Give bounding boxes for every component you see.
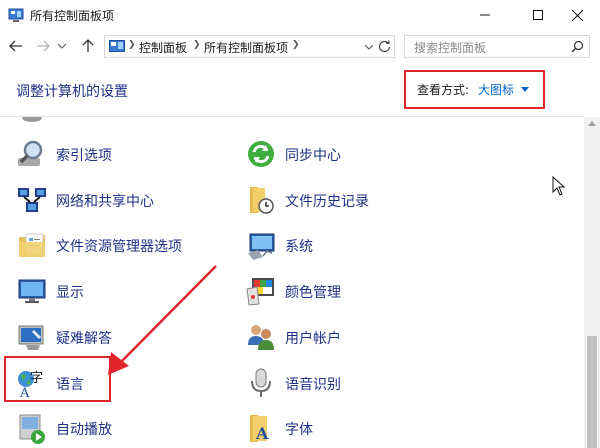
cp-item-troubleshooting[interactable]: 疑难解答 (16, 320, 216, 354)
window-title: 所有控制面板项 (30, 9, 115, 23)
header-divider (0, 116, 584, 117)
view-by-label: 查看方式: (417, 83, 470, 97)
cp-item-fonts[interactable]: A 字体 (245, 411, 445, 445)
cp-item-label: 索引选项 (56, 148, 112, 164)
arrow-left-icon (9, 40, 22, 52)
sync-icon (248, 141, 274, 167)
close-button[interactable] (554, 0, 600, 30)
page-title: 调整计算机的设置 (16, 84, 128, 100)
language-highlight (4, 356, 111, 402)
address-dropdown-button[interactable] (362, 39, 376, 55)
arrow-right-icon (37, 40, 50, 52)
view-by-dropdown[interactable]: 大图标 (478, 81, 514, 98)
cp-item-label: 字体 (285, 422, 313, 438)
chevron-down-icon (365, 44, 373, 50)
cp-item-label: 疑难解答 (56, 331, 112, 347)
cp-item-system[interactable]: 系统 (245, 228, 445, 262)
scroll-up-icon[interactable] (588, 121, 596, 126)
magnifier-icon (18, 140, 43, 166)
cp-item-label: 颜色管理 (285, 285, 341, 301)
microphone-icon (251, 368, 271, 397)
recent-locations-button[interactable] (56, 36, 68, 56)
cp-item-network-sharing[interactable]: 网络和共享中心 (16, 183, 216, 217)
scrollbar-thumb[interactable] (587, 336, 597, 448)
search-input[interactable]: 搜索控制面板 (414, 39, 486, 56)
cp-item-label: 显示 (56, 285, 84, 301)
breadcrumb-control-panel[interactable]: 控制面板 (139, 39, 187, 56)
autoplay-icon (19, 414, 45, 444)
chevron-down-icon (58, 43, 66, 49)
caret-down-icon[interactable] (521, 87, 529, 92)
partial-item-icon (22, 117, 42, 122)
cp-item-speech-recognition[interactable]: 语音识别 (245, 366, 445, 400)
search-box[interactable]: 搜索控制面板 (404, 35, 590, 58)
cp-item-label: 文件历史记录 (285, 194, 369, 210)
folder-options-icon (19, 233, 45, 257)
cp-item-display[interactable]: 显示 (16, 274, 216, 308)
fonts-icon: A (250, 415, 269, 443)
close-icon (571, 9, 583, 21)
refresh-icon (378, 39, 390, 52)
system-icon (248, 233, 275, 260)
cp-item-label: 自动播放 (56, 422, 112, 438)
cp-item-indexing-options[interactable]: 索引选项 (16, 137, 216, 171)
breadcrumb-separator: ❯ (128, 40, 136, 50)
control-panel-icon (8, 8, 24, 22)
minimize-icon (480, 14, 490, 16)
monitor-icon (18, 279, 46, 303)
cp-item-label: 网络和共享中心 (56, 194, 154, 210)
cp-item-label: 语音识别 (285, 377, 341, 393)
view-by-highlight: 查看方式: 大图标 (404, 70, 545, 109)
breadcrumb-all-items[interactable]: 所有控制面板项 (204, 39, 288, 56)
title-bar: 所有控制面板项 (0, 0, 600, 30)
breadcrumb-separator: ❯ (292, 40, 300, 50)
svg-text:A: A (255, 424, 269, 443)
back-button[interactable] (6, 36, 26, 56)
cp-item-label: 系统 (285, 239, 313, 255)
control-panel-icon (109, 40, 125, 52)
cp-item-label: 同步中心 (285, 148, 341, 164)
refresh-button[interactable] (376, 36, 392, 56)
file-history-icon (250, 187, 274, 214)
network-icon (18, 188, 46, 212)
cp-item-color-management[interactable]: 颜色管理 (245, 274, 445, 308)
users-icon (248, 325, 274, 350)
mouse-cursor-icon (552, 176, 566, 196)
forward-button[interactable] (33, 36, 53, 56)
address-bar[interactable]: ❯ 控制面板 ❯ 所有控制面板项 ❯ (104, 35, 395, 58)
maximize-icon (533, 10, 543, 20)
color-management-icon (246, 278, 274, 306)
search-icon[interactable] (571, 40, 584, 53)
minimize-button[interactable] (462, 0, 508, 30)
cp-item-file-explorer-options[interactable]: 文件资源管理器选项 (16, 228, 216, 262)
cp-item-label: 用户帐户 (285, 331, 341, 347)
up-button[interactable] (78, 36, 98, 56)
arrow-up-icon (82, 39, 94, 52)
cp-item-autoplay[interactable]: 自动播放 (16, 411, 216, 445)
cp-item-user-accounts[interactable]: 用户帐户 (245, 320, 445, 354)
cp-item-sync-center[interactable]: 同步中心 (245, 137, 445, 171)
cp-item-file-history[interactable]: 文件历史记录 (245, 183, 445, 217)
cp-item-label: 文件资源管理器选项 (56, 239, 182, 255)
breadcrumb-separator: ❯ (193, 40, 201, 50)
vertical-scrollbar[interactable] (584, 117, 600, 448)
troubleshoot-icon (18, 325, 44, 350)
